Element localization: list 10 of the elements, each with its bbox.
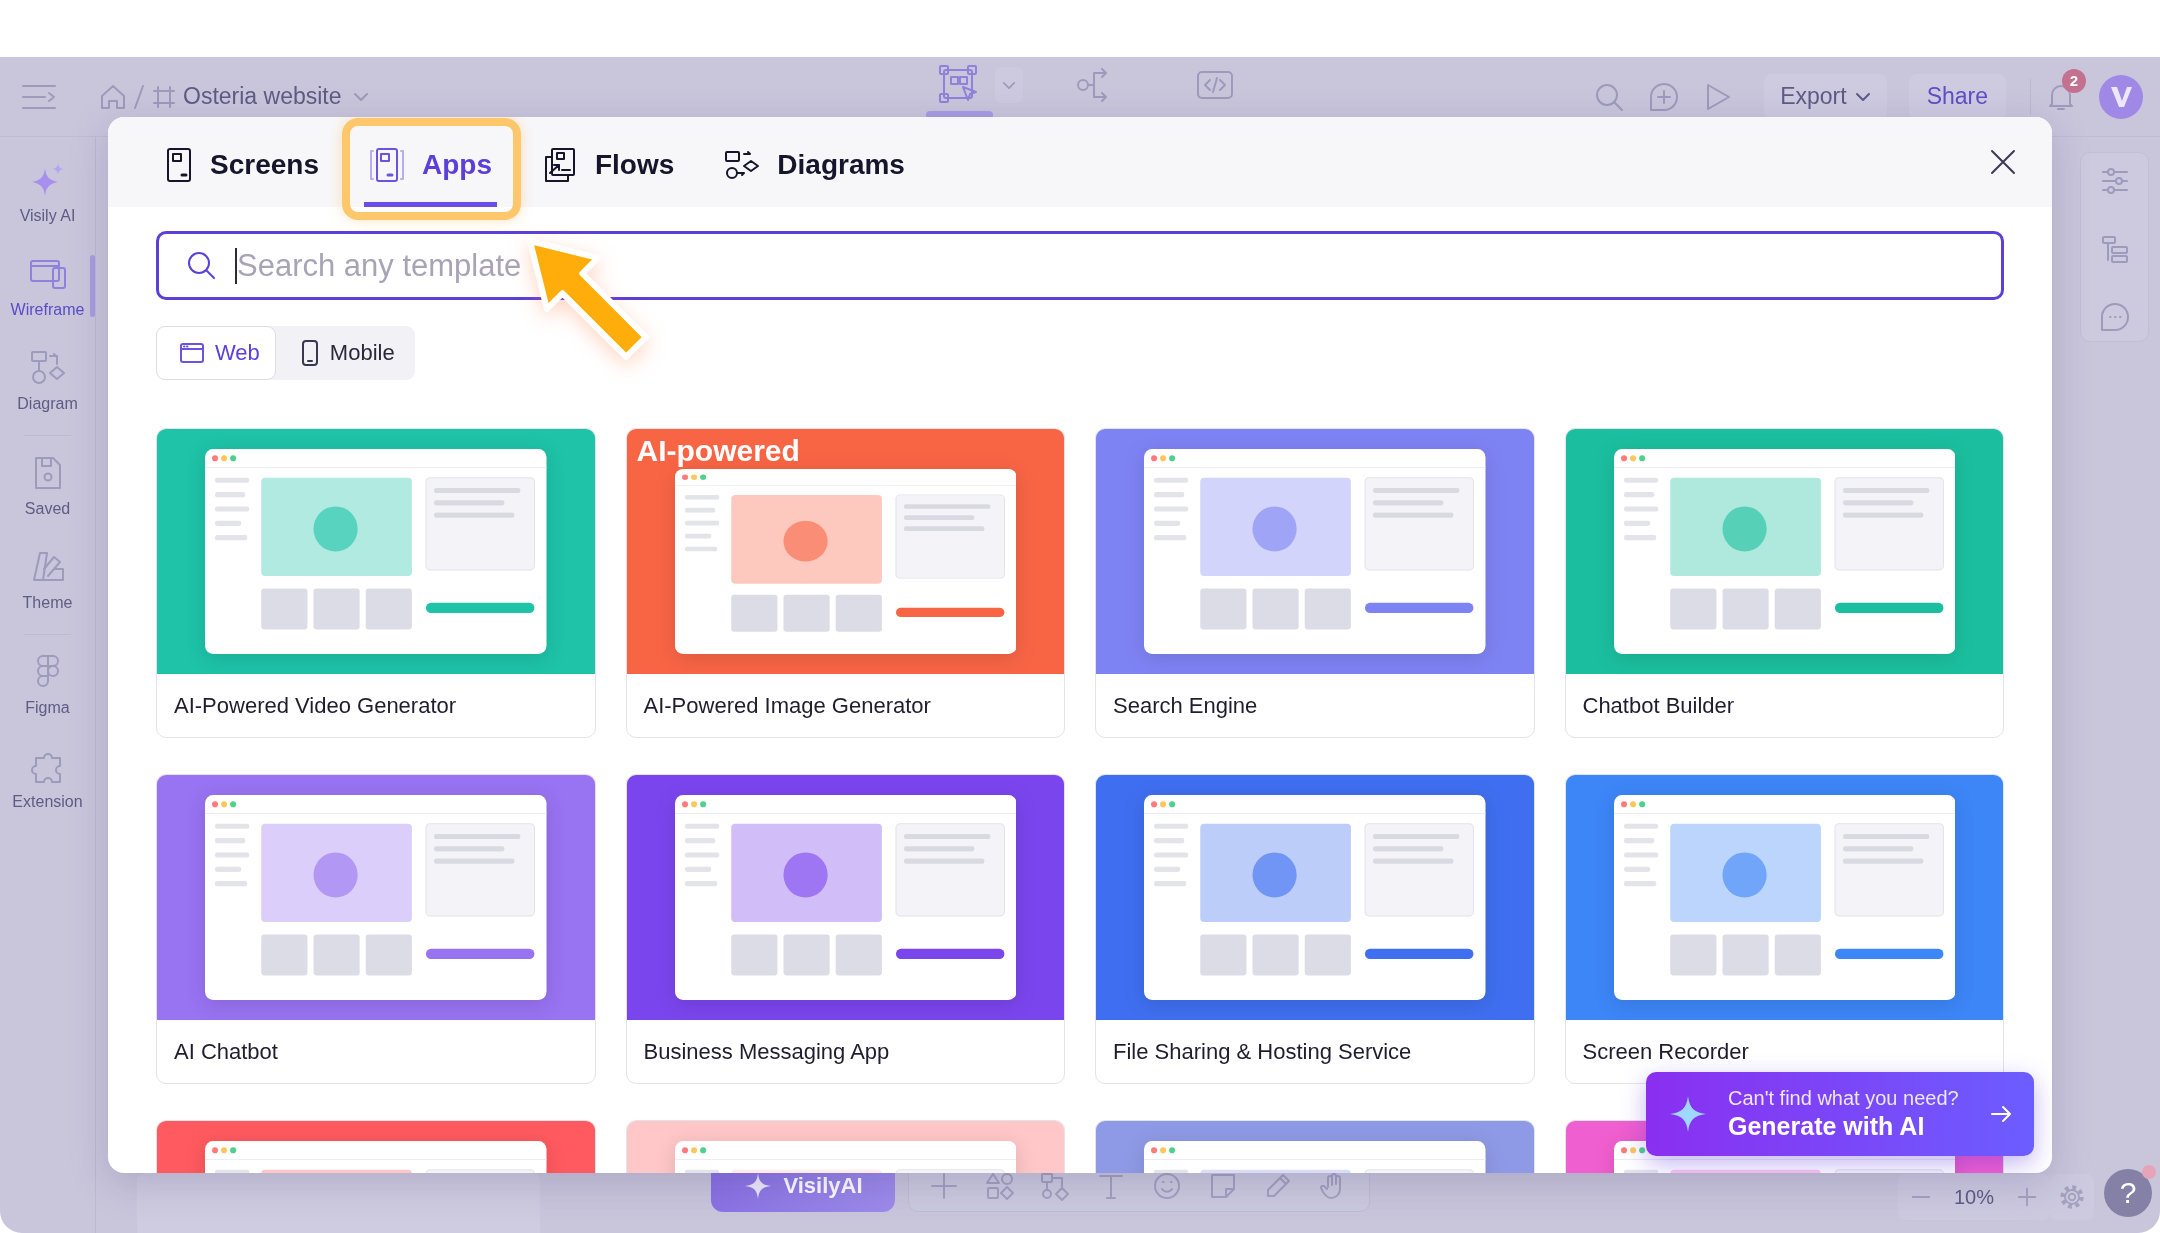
notification-badge: 2 [2062,68,2086,93]
template-title: File Sharing & Hosting Service [1113,1038,1412,1065]
template-title: AI-Powered Video Generator [174,692,457,719]
template-title: AI Chatbot [174,1038,278,1065]
template-title: Search Engine [1113,692,1258,719]
template-title: Screen Recorder [1582,1038,1749,1065]
template-title: AI-Powered Image Generator [643,692,931,719]
template-title: Business Messaging App [643,1038,890,1065]
thumbnail-caption: AI-powered [636,435,800,467]
template-title: Chatbot Builder [1582,692,1735,719]
